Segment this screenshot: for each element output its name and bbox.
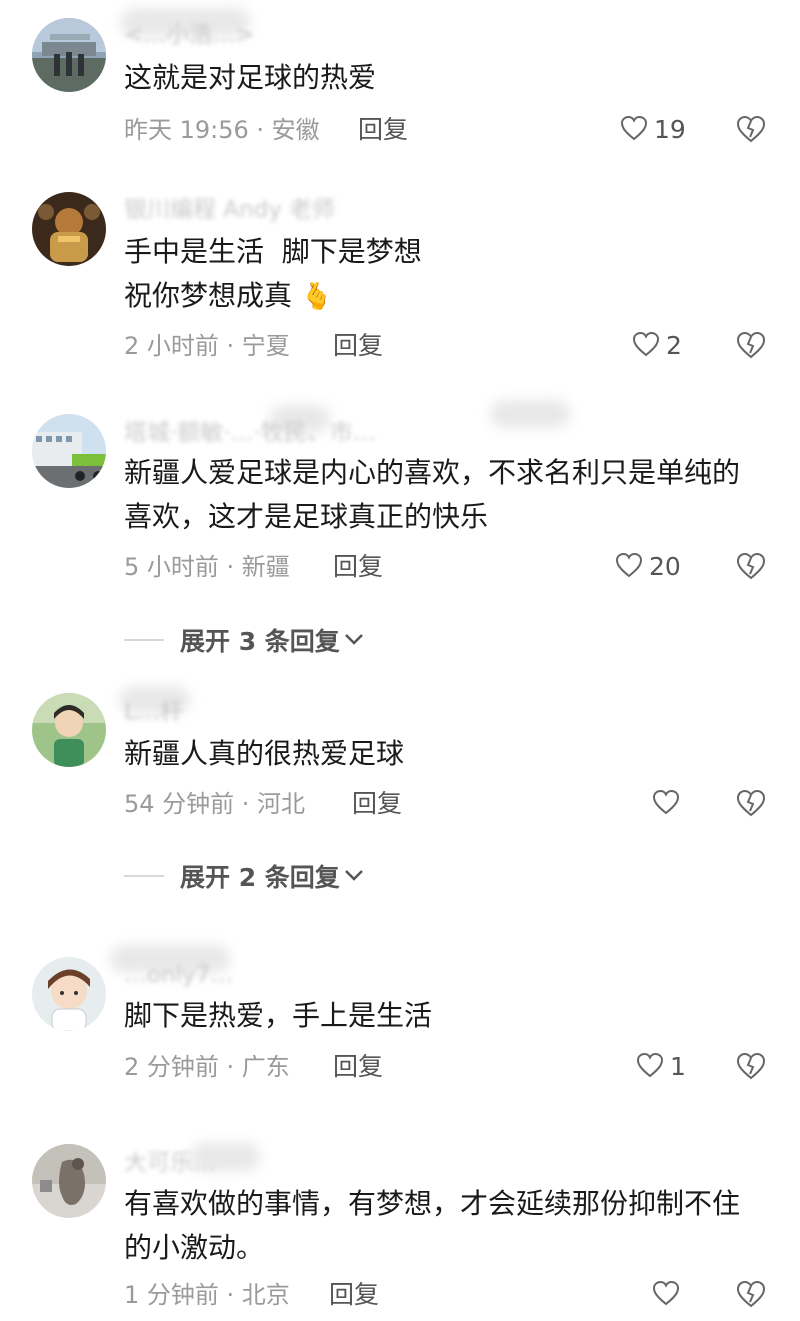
expand-divider	[124, 639, 164, 641]
comment-meta: 54 分钟前 · 河北	[124, 790, 306, 818]
expand-replies-label: 展开 3 条回复	[180, 627, 340, 656]
like-count: 19	[654, 115, 686, 144]
dislike-button[interactable]	[736, 1280, 766, 1310]
username[interactable]: 塔城·额敏·…·牧民、市…	[124, 418, 376, 448]
broken-heart-icon	[736, 552, 766, 584]
comment-meta: 2 分钟前 · 广东	[124, 1053, 290, 1081]
chevron-down-icon	[340, 631, 364, 650]
avatar[interactable]	[32, 18, 106, 92]
heart-outline-icon	[652, 789, 680, 819]
heart-outline-icon	[632, 331, 660, 361]
reply-button[interactable]: 回复	[329, 1280, 379, 1310]
username[interactable]: L…杆	[124, 697, 183, 727]
broken-heart-icon	[736, 789, 766, 821]
broken-heart-icon	[736, 1280, 766, 1312]
comment-meta: 5 小时前 · 新疆	[124, 553, 290, 581]
username[interactable]: 大可乐…	[124, 1148, 216, 1178]
broken-heart-icon	[736, 331, 766, 363]
reply-button[interactable]: 回复	[358, 115, 408, 145]
dislike-button[interactable]	[736, 1052, 766, 1082]
expand-replies-label: 展开 2 条回复	[180, 863, 340, 892]
comment-text-line: 手中是生活 脚下是梦想	[124, 235, 422, 268]
expand-divider	[124, 875, 164, 877]
heart-outline-icon	[636, 1052, 664, 1082]
dislike-button[interactable]	[736, 552, 766, 582]
avatar[interactable]	[32, 192, 106, 266]
like-button[interactable]: 1	[636, 1052, 700, 1082]
reply-button[interactable]: 回复	[333, 331, 383, 361]
broken-heart-icon	[736, 115, 766, 147]
comment-meta: 2 小时前 · 宁夏	[124, 332, 290, 360]
like-button[interactable]: 20	[615, 552, 681, 582]
like-count: 20	[649, 552, 681, 581]
dislike-button[interactable]	[736, 115, 766, 145]
avatar[interactable]	[32, 1144, 106, 1218]
comment-text: 这就是对足球的热爱	[124, 61, 377, 94]
dislike-button[interactable]	[736, 331, 766, 361]
username[interactable]: 银川编程 Andy 老师	[124, 195, 335, 225]
finger-heart-emoji-icon: 🫰	[300, 282, 334, 312]
comment-meta: 1 分钟前 · 北京	[124, 1281, 290, 1309]
like-button[interactable]	[652, 789, 716, 819]
comment-text: 有喜欢做的事情，有梦想，才会延续那份抑制不住的小激动。	[124, 1187, 741, 1264]
heart-outline-icon	[652, 1280, 680, 1310]
comment-text: 新疆人真的很热爱足球	[124, 737, 405, 770]
comment-text-line: 祝你梦想成真 🫰	[124, 279, 334, 312]
username-blur	[490, 400, 570, 428]
chevron-down-icon	[340, 867, 364, 886]
avatar[interactable]	[32, 957, 106, 1031]
like-button[interactable]: 2	[632, 331, 696, 361]
heart-outline-icon	[620, 115, 648, 145]
reply-button[interactable]: 回复	[352, 789, 402, 819]
comment-text: 脚下是热爱，手上是生活	[124, 999, 433, 1032]
username[interactable]: <…小浩…>	[124, 20, 255, 50]
expand-replies-button[interactable]: 展开 2 条回复	[124, 861, 364, 892]
like-button[interactable]	[652, 1280, 716, 1310]
like-count: 1	[670, 1052, 686, 1081]
comment-text: 手中是生活 脚下是梦想 祝你梦想成真 🫰	[124, 230, 764, 319]
comment-meta: 昨天 19:56 · 安徽	[124, 116, 320, 144]
broken-heart-icon	[736, 1052, 766, 1084]
avatar[interactable]	[32, 414, 106, 488]
username[interactable]: …only7…	[124, 960, 233, 990]
reply-button[interactable]: 回复	[333, 552, 383, 582]
avatar[interactable]	[32, 693, 106, 767]
reply-button[interactable]: 回复	[333, 1052, 383, 1082]
dislike-button[interactable]	[736, 789, 766, 819]
comment-text: 新疆人爱足球是内心的喜欢，不求名利只是单纯的喜欢，这才是足球真正的快乐	[124, 456, 741, 533]
like-button[interactable]: 19	[620, 115, 686, 145]
heart-outline-icon	[615, 552, 643, 582]
expand-replies-button[interactable]: 展开 3 条回复	[124, 625, 364, 656]
like-count: 2	[666, 331, 682, 360]
